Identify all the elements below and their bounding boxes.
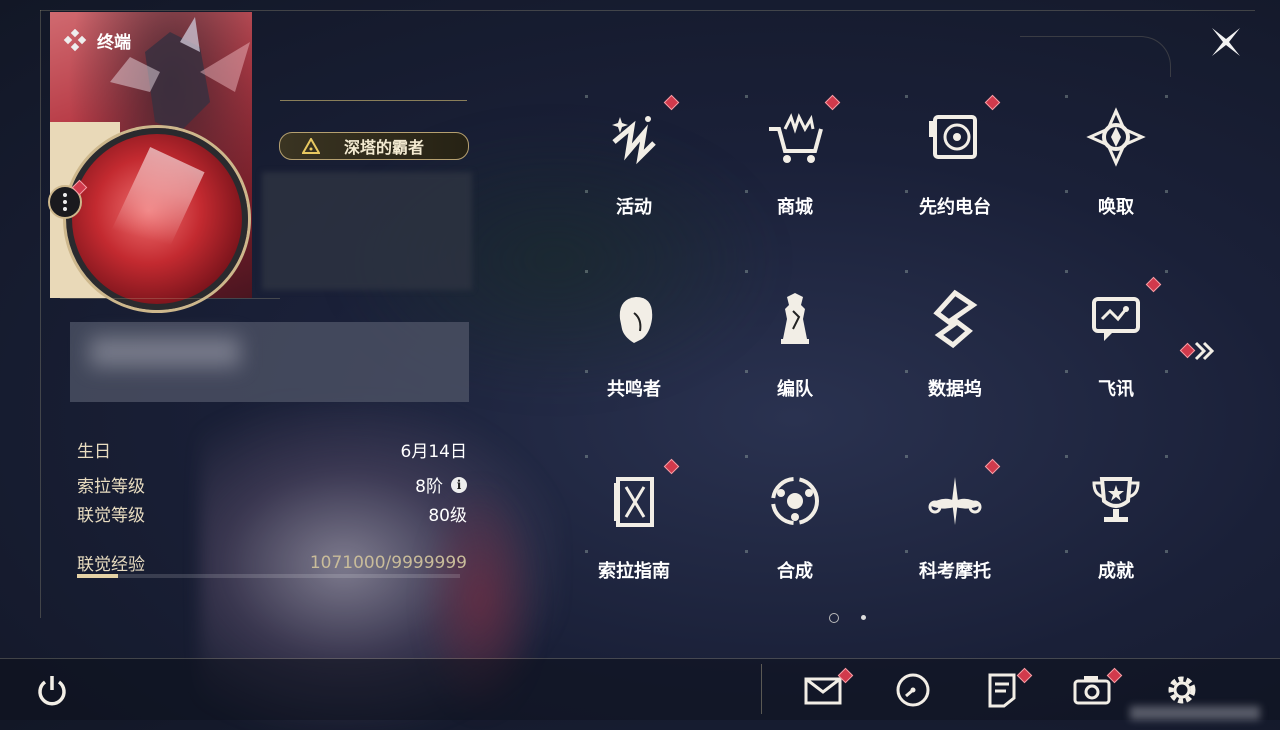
- union-exp-label: 联觉经验: [77, 555, 145, 575]
- menu-item-radio[interactable]: 先约电台: [895, 94, 1015, 237]
- stat-union-level: 联觉等级 80级: [77, 501, 467, 526]
- diamond-cluster-icon: [63, 28, 87, 51]
- notify-dot: [824, 94, 841, 111]
- notes-icon[interactable]: [982, 670, 1022, 710]
- team-icon: [781, 293, 809, 344]
- notify-dot: [984, 458, 1001, 475]
- menu-item-resonator[interactable]: 共鸣者: [574, 279, 694, 419]
- union-exp-bar: [77, 574, 460, 578]
- bottom-bar-divider: [761, 664, 762, 714]
- warning-triangle-icon: [302, 138, 320, 154]
- sola-level-value: 8阶: [415, 477, 443, 497]
- power-icon[interactable]: [32, 670, 72, 710]
- sola-level-label: 索拉等级: [77, 477, 145, 497]
- sola-level-value-group: 8阶 i: [415, 472, 467, 497]
- notify-dot: [663, 458, 680, 475]
- birthday-value: 6月14日: [400, 442, 467, 462]
- next-page-icon[interactable]: [1182, 340, 1222, 362]
- info-icon[interactable]: i: [451, 476, 467, 493]
- menu-label: 合成: [777, 561, 813, 582]
- grid-dot: [1065, 455, 1068, 458]
- menu-item-events[interactable]: 活动: [574, 94, 694, 237]
- menu-label: 共鸣者: [607, 379, 661, 400]
- page-title: 终端: [63, 28, 131, 53]
- grid-dot: [905, 455, 908, 458]
- page-indicator-active[interactable]: [829, 613, 839, 623]
- union-exp-value: 1071000/9999999: [309, 552, 467, 573]
- notify-dot: [1145, 276, 1162, 293]
- grid-dot: [585, 455, 588, 458]
- birthday-label: 生日: [77, 442, 111, 462]
- mail-icon[interactable]: [803, 670, 843, 710]
- grid-dot: [745, 270, 748, 273]
- camera-icon[interactable]: [1072, 670, 1112, 710]
- title-text: 终端: [97, 33, 131, 53]
- stat-union-exp: 联觉经验 1071000/9999999: [77, 550, 467, 576]
- motorcycle-icon: [928, 477, 982, 525]
- radio-icon: [929, 115, 977, 159]
- guide-icon: [614, 477, 654, 527]
- union-level-value: 80级: [428, 506, 467, 526]
- settings-icon[interactable]: [1162, 670, 1202, 710]
- profile-divider: [60, 298, 280, 299]
- badge-label: 深塔的霸者: [344, 138, 425, 157]
- grid-dot: [1065, 270, 1068, 273]
- menu-label: 飞讯: [1098, 379, 1134, 400]
- menu-label: 科考摩托: [919, 561, 991, 582]
- data-bank-icon: [933, 289, 978, 349]
- frame-top-line: [40, 10, 1255, 11]
- stat-sola-level: 索拉等级 8阶 i: [77, 472, 467, 497]
- menu-item-synthesis[interactable]: 合成: [735, 461, 855, 601]
- grid-dot: [1165, 455, 1168, 458]
- shop-cart-icon: [769, 113, 823, 163]
- summon-icon: [1086, 107, 1146, 167]
- union-level-label: 联觉等级: [77, 506, 145, 526]
- frame-left-line: [40, 10, 41, 618]
- resonator-icon: [619, 297, 653, 343]
- menu-item-summon[interactable]: 唤取: [1056, 97, 1176, 237]
- character-medal[interactable]: [66, 128, 248, 310]
- blurred-name-area: [262, 172, 472, 290]
- menu-label: 先约电台: [919, 197, 991, 218]
- menu-item-guide[interactable]: 索拉指南: [574, 458, 694, 601]
- stat-birthday: 生日 6月14日: [77, 437, 467, 462]
- menu-item-message[interactable]: 飞讯: [1056, 276, 1176, 419]
- grid-dot: [905, 270, 908, 273]
- menu-item-data-bank[interactable]: 数据坞: [895, 279, 1015, 419]
- grid-dot: [1165, 270, 1168, 273]
- notify-dot: [984, 94, 1001, 111]
- menu-label: 数据坞: [928, 379, 982, 400]
- menu-label: 成就: [1098, 561, 1134, 582]
- grid-dot: [745, 455, 748, 458]
- message-icon: [1092, 297, 1140, 341]
- notify-dot: [663, 94, 680, 111]
- frame-corner: [1020, 36, 1171, 77]
- synthesis-icon: [771, 477, 819, 525]
- grid-dot: [585, 270, 588, 273]
- close-icon[interactable]: [1206, 22, 1246, 62]
- menu-label: 编队: [777, 379, 813, 400]
- union-exp-fill: [77, 574, 118, 578]
- time-icon[interactable]: [893, 670, 933, 710]
- menu-item-achievement[interactable]: 成就: [1056, 461, 1176, 601]
- badge-divider: [280, 100, 467, 101]
- page-indicator[interactable]: [861, 615, 866, 620]
- blurred-signature-area: [70, 322, 469, 402]
- menu-label: 商城: [777, 197, 813, 218]
- watermark: [1130, 706, 1260, 720]
- menu-item-team[interactable]: 编队: [735, 279, 855, 419]
- menu-item-shop[interactable]: 商城: [735, 94, 855, 237]
- menu-item-motorcycle[interactable]: 科考摩托: [895, 458, 1015, 601]
- menu-label: 索拉指南: [598, 561, 670, 582]
- events-icon: [612, 116, 656, 165]
- trophy-icon: [1092, 477, 1140, 522]
- menu-label: 活动: [616, 197, 652, 218]
- title-badge[interactable]: 深塔的霸者: [279, 132, 469, 160]
- menu-label: 唤取: [1098, 197, 1134, 218]
